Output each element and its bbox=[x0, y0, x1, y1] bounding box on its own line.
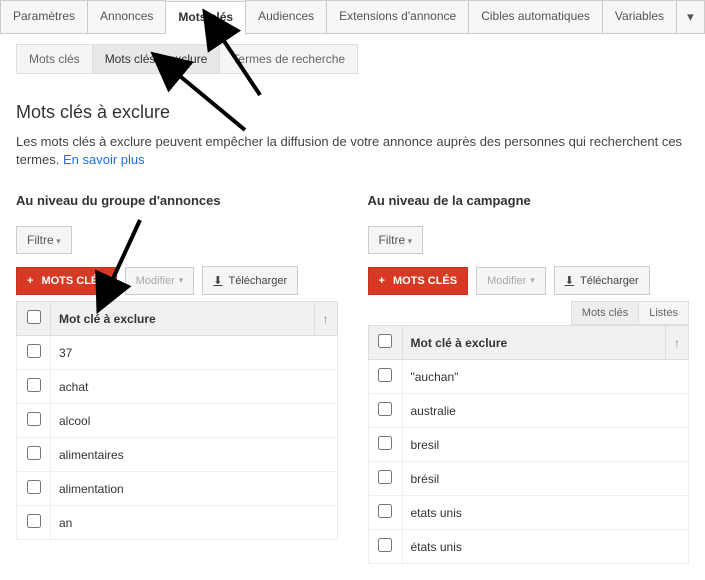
page-title: Mots clés à exclure bbox=[16, 102, 689, 123]
table-row: "auchan" bbox=[368, 360, 689, 394]
main-tab-bar: Paramètres Annonces Mots clés Audiences … bbox=[0, 0, 705, 34]
subtab-mots-cles[interactable]: Mots clés bbox=[16, 44, 93, 74]
adgroup-panel: Au niveau du groupe d'annonces Filtre MO… bbox=[16, 193, 338, 564]
table-row: brésil bbox=[368, 462, 689, 496]
subtab-exclure[interactable]: Mots clés à exclure bbox=[92, 44, 221, 74]
campaign-header-keyword[interactable]: Mot clé à exclure bbox=[402, 326, 666, 360]
tab-cibles-auto[interactable]: Cibles automatiques bbox=[468, 0, 603, 33]
campaign-title: Au niveau de la campagne bbox=[368, 193, 690, 208]
row-checkbox[interactable] bbox=[27, 480, 41, 494]
keyword-cell: brésil bbox=[402, 462, 689, 496]
row-checkbox[interactable] bbox=[27, 378, 41, 392]
adgroup-header-keyword[interactable]: Mot clé à exclure bbox=[51, 302, 315, 336]
tab-more-dropdown[interactable]: ▾ bbox=[676, 0, 705, 33]
campaign-modify-button[interactable]: Modifier bbox=[476, 267, 546, 295]
table-row: etats unis bbox=[368, 496, 689, 530]
table-row: alimentaires bbox=[17, 438, 338, 472]
keyword-cell: achat bbox=[51, 370, 338, 404]
tab-variables[interactable]: Variables bbox=[602, 0, 677, 33]
adgroup-add-keywords-button[interactable]: MOTS CLÉS bbox=[16, 267, 117, 295]
campaign-sort-icon[interactable]: ↑ bbox=[666, 326, 689, 360]
minitab-mots-cles[interactable]: Mots clés bbox=[571, 301, 639, 325]
campaign-table: Mot clé à exclure ↑ "auchan" australie b… bbox=[368, 325, 690, 564]
campaign-add-keywords-button[interactable]: MOTS CLÉS bbox=[368, 267, 469, 295]
campaign-select-all-checkbox[interactable] bbox=[378, 334, 392, 348]
subtab-termes[interactable]: Termes de recherche bbox=[219, 44, 358, 74]
keyword-cell: alcool bbox=[51, 404, 338, 438]
adgroup-select-all-checkbox[interactable] bbox=[27, 310, 41, 324]
keyword-cell: 37 bbox=[51, 336, 338, 370]
row-checkbox[interactable] bbox=[378, 402, 392, 416]
page-description: Les mots clés à exclure peuvent empêcher… bbox=[16, 133, 689, 169]
adgroup-download-button[interactable]: Télécharger bbox=[202, 266, 298, 295]
campaign-filter-button[interactable]: Filtre bbox=[368, 226, 424, 254]
adgroup-title: Au niveau du groupe d'annonces bbox=[16, 193, 338, 208]
minitab-listes[interactable]: Listes bbox=[638, 301, 689, 325]
row-checkbox[interactable] bbox=[378, 538, 392, 552]
campaign-download-button[interactable]: Télécharger bbox=[554, 266, 650, 295]
campaign-panel: Au niveau de la campagne Filtre MOTS CLÉ… bbox=[368, 193, 690, 564]
keyword-cell: états unis bbox=[402, 530, 689, 564]
keyword-cell: alimentation bbox=[51, 472, 338, 506]
tab-extensions[interactable]: Extensions d'annonce bbox=[326, 0, 469, 33]
keyword-cell: bresil bbox=[402, 428, 689, 462]
row-checkbox[interactable] bbox=[378, 368, 392, 382]
tab-mots-cles[interactable]: Mots clés bbox=[165, 1, 246, 34]
tab-audiences[interactable]: Audiences bbox=[245, 0, 327, 33]
table-row: alcool bbox=[17, 404, 338, 438]
keyword-cell: an bbox=[51, 506, 338, 540]
row-checkbox[interactable] bbox=[378, 470, 392, 484]
adgroup-table: Mot clé à exclure ↑ 37 achat alcool alim… bbox=[16, 301, 338, 540]
adgroup-modify-button[interactable]: Modifier bbox=[125, 267, 195, 295]
table-row: an bbox=[17, 506, 338, 540]
keyword-cell: alimentaires bbox=[51, 438, 338, 472]
tab-parametres[interactable]: Paramètres bbox=[0, 0, 88, 33]
table-row: australie bbox=[368, 394, 689, 428]
sub-tab-bar: Mots clés Mots clés à exclure Termes de … bbox=[16, 44, 705, 74]
keyword-cell: etats unis bbox=[402, 496, 689, 530]
row-checkbox[interactable] bbox=[378, 504, 392, 518]
adgroup-sort-icon[interactable]: ↑ bbox=[314, 302, 337, 336]
row-checkbox[interactable] bbox=[27, 344, 41, 358]
table-row: 37 bbox=[17, 336, 338, 370]
keyword-cell: australie bbox=[402, 394, 689, 428]
table-row: alimentation bbox=[17, 472, 338, 506]
table-row: achat bbox=[17, 370, 338, 404]
table-row: bresil bbox=[368, 428, 689, 462]
learn-more-link[interactable]: En savoir plus bbox=[63, 152, 145, 167]
row-checkbox[interactable] bbox=[378, 436, 392, 450]
row-checkbox[interactable] bbox=[27, 514, 41, 528]
table-row: états unis bbox=[368, 530, 689, 564]
row-checkbox[interactable] bbox=[27, 446, 41, 460]
keyword-cell: "auchan" bbox=[402, 360, 689, 394]
tab-annonces[interactable]: Annonces bbox=[87, 0, 166, 33]
row-checkbox[interactable] bbox=[27, 412, 41, 426]
adgroup-filter-button[interactable]: Filtre bbox=[16, 226, 72, 254]
